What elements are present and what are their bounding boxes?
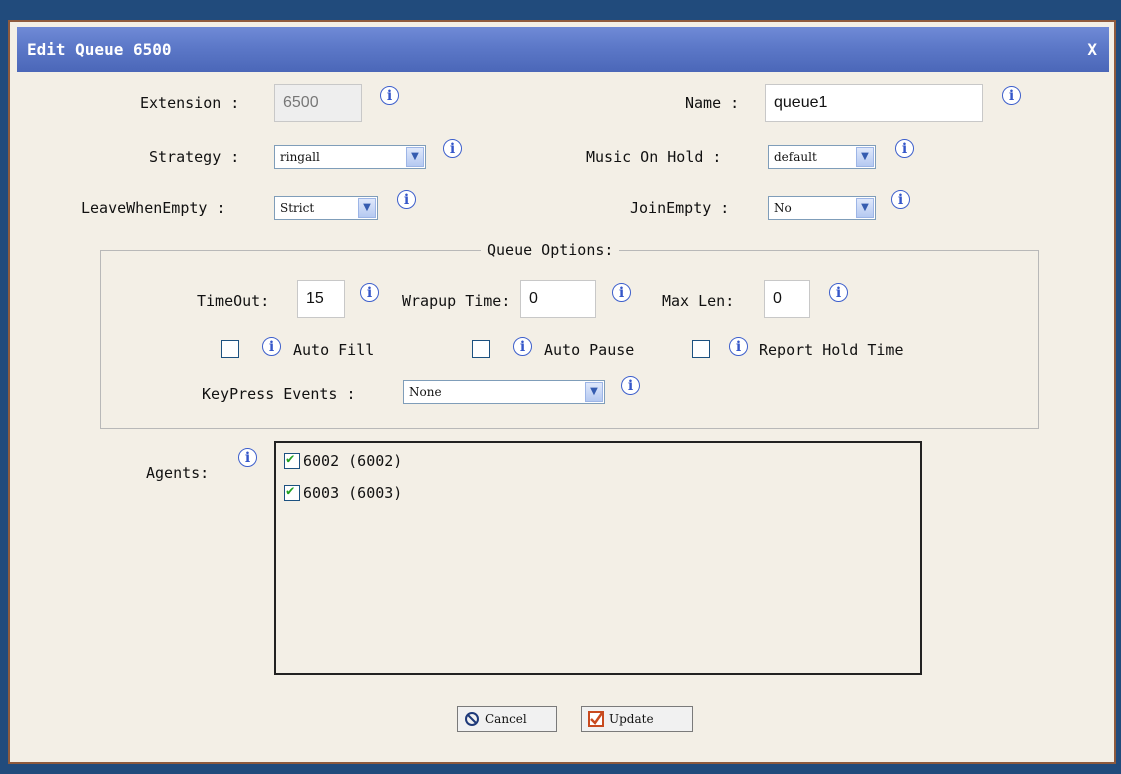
cancel-button[interactable]: Cancel	[457, 706, 557, 732]
agent-6002-label: 6002 (6002)	[303, 452, 403, 470]
wrapup-time-input[interactable]: 0	[520, 280, 596, 318]
keypress-events-select[interactable]: None ▼	[403, 380, 605, 404]
checkmark-icon	[588, 711, 604, 727]
chevron-down-icon: ▼	[406, 147, 424, 167]
max-len-info-icon[interactable]: i	[829, 283, 848, 302]
music-on-hold-info-icon[interactable]: i	[895, 139, 914, 158]
cancel-icon	[465, 712, 479, 726]
chevron-down-icon: ▼	[358, 198, 376, 218]
join-empty-label: JoinEmpty :	[630, 199, 730, 217]
music-on-hold-label: Music On Hold :	[586, 148, 722, 166]
extension-info-icon[interactable]: i	[380, 86, 399, 105]
auto-pause-info-icon[interactable]: i	[513, 337, 532, 356]
cancel-label: Cancel	[485, 712, 527, 726]
report-hold-time-label: Report Hold Time	[759, 341, 904, 359]
queue-options-legend: Queue Options:	[487, 241, 614, 259]
auto-fill-checkbox[interactable]	[221, 340, 239, 358]
timeout-input[interactable]: 15	[297, 280, 345, 318]
wrapup-time-label: Wrapup Time:	[402, 292, 511, 310]
music-on-hold-select[interactable]: default ▼	[768, 145, 876, 169]
timeout-label: TimeOut:	[197, 292, 270, 310]
wrapup-time-info-icon[interactable]: i	[612, 283, 631, 302]
chevron-down-icon: ▼	[585, 382, 603, 402]
report-hold-time-checkbox[interactable]	[692, 340, 710, 358]
auto-pause-checkbox[interactable]	[472, 340, 490, 358]
strategy-label: Strategy :	[149, 148, 240, 166]
dialog-title: Edit Queue 6500	[27, 40, 172, 59]
agent-6003-label: 6003 (6003)	[303, 484, 403, 502]
agent-6003-checkbox[interactable]	[284, 483, 300, 501]
report-hold-time-info-icon[interactable]: i	[729, 337, 748, 356]
join-empty-value: No	[774, 201, 792, 215]
strategy-info-icon[interactable]: i	[443, 139, 462, 158]
keypress-events-label: KeyPress Events :	[202, 385, 356, 403]
leave-when-empty-info-icon[interactable]: i	[397, 190, 416, 209]
keypress-events-info-icon[interactable]: i	[621, 376, 640, 395]
extension-label: Extension :	[140, 94, 240, 112]
auto-fill-label: Auto Fill	[293, 341, 375, 359]
agents-info-icon[interactable]: i	[238, 448, 257, 467]
agents-label: Agents:	[146, 464, 210, 482]
chevron-down-icon: ▼	[856, 198, 874, 218]
dialog-titlebar: Edit Queue 6500 X	[17, 27, 1109, 72]
keypress-events-value: None	[409, 385, 442, 399]
leave-when-empty-value: Strict	[280, 201, 315, 215]
close-button[interactable]: X	[1087, 40, 1097, 59]
strategy-value: ringall	[280, 150, 320, 164]
name-input[interactable]: queue1	[765, 84, 983, 122]
name-label: Name :	[685, 94, 740, 112]
auto-pause-label: Auto Pause	[544, 341, 635, 359]
chevron-down-icon: ▼	[856, 147, 874, 167]
agents-list[interactable]: 6002 (6002) 6003 (6003)	[274, 441, 922, 675]
max-len-input[interactable]: 0	[764, 280, 810, 318]
max-len-label: Max Len:	[662, 292, 735, 310]
leave-when-empty-select[interactable]: Strict ▼	[274, 196, 378, 220]
update-button[interactable]: Update	[581, 706, 693, 732]
name-info-icon[interactable]: i	[1002, 86, 1021, 105]
leave-when-empty-label: LeaveWhenEmpty :	[81, 199, 226, 217]
join-empty-select[interactable]: No ▼	[768, 196, 876, 220]
join-empty-info-icon[interactable]: i	[891, 190, 910, 209]
music-on-hold-value: default	[774, 150, 817, 164]
timeout-info-icon[interactable]: i	[360, 283, 379, 302]
extension-input[interactable]: 6500	[274, 84, 362, 122]
update-label: Update	[609, 712, 654, 726]
strategy-select[interactable]: ringall ▼	[274, 145, 426, 169]
auto-fill-info-icon[interactable]: i	[262, 337, 281, 356]
agent-6002-checkbox[interactable]	[284, 451, 300, 469]
